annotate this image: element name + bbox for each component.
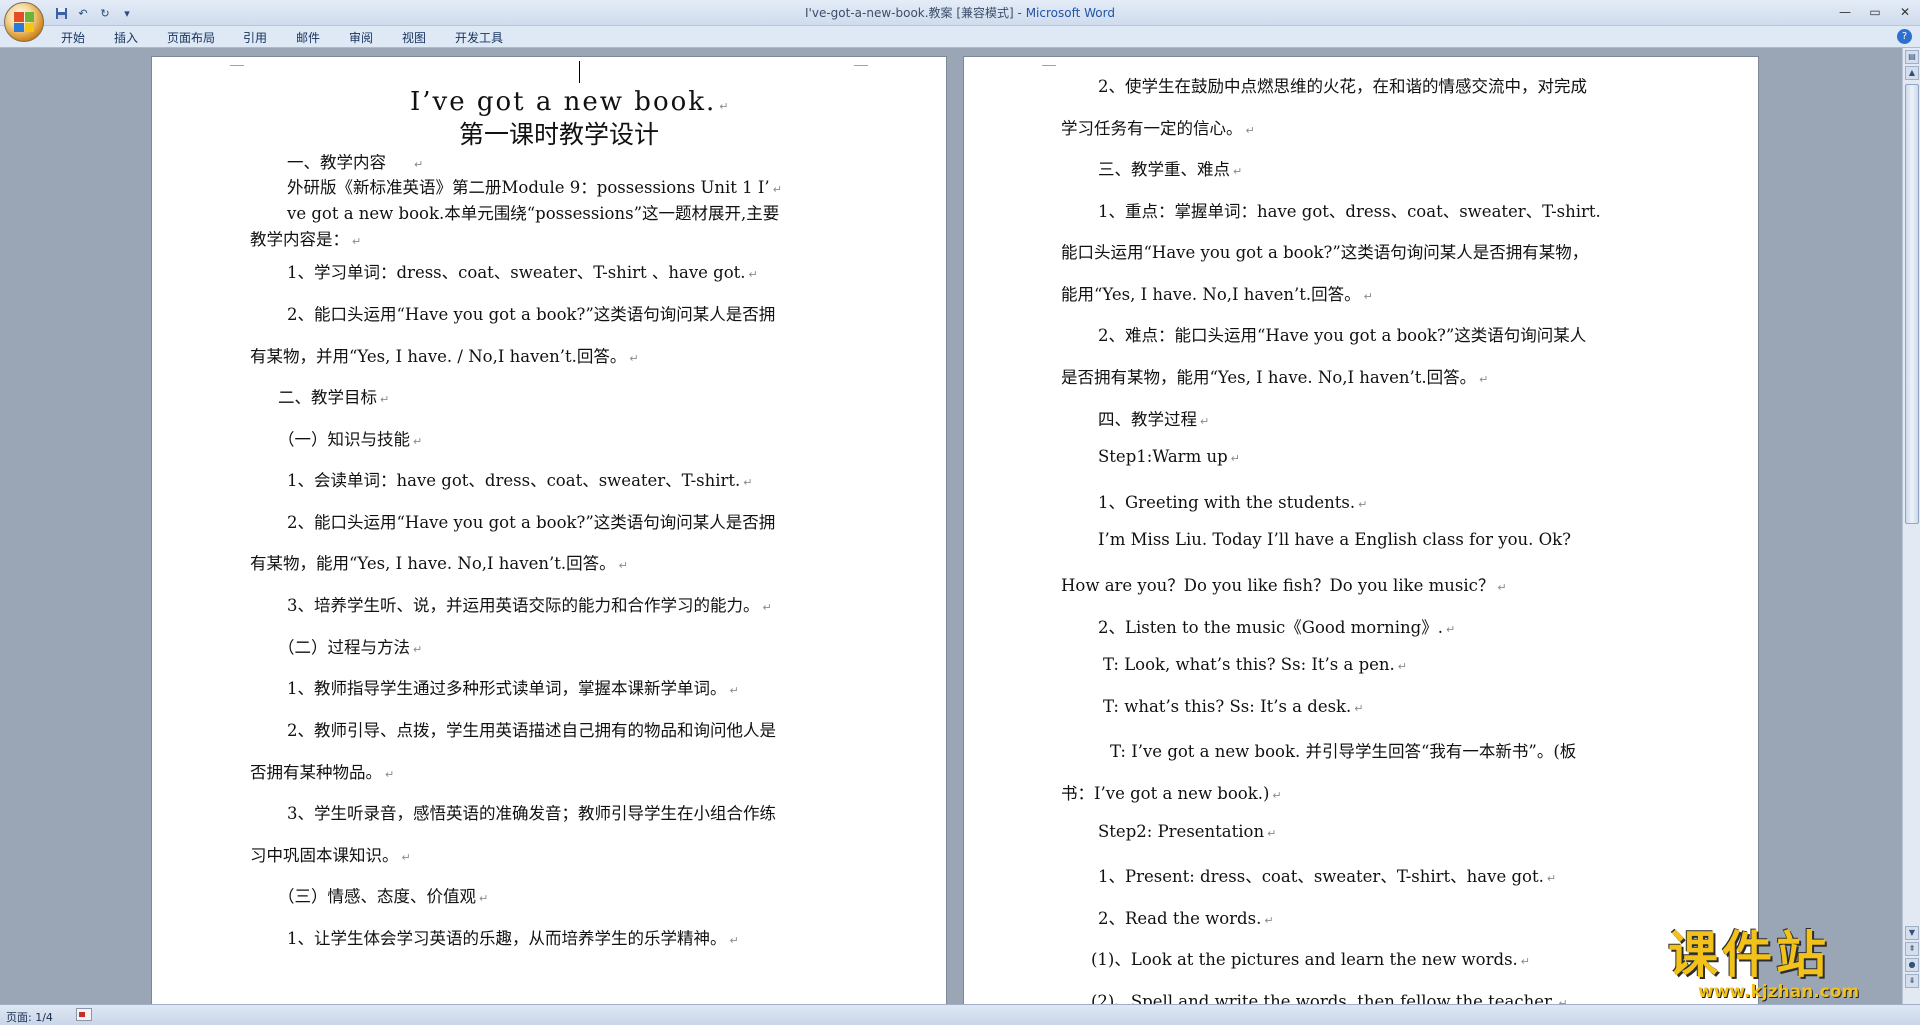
doc-line: 2、Read the words. ↵ bbox=[1098, 909, 1274, 928]
proofing-status-icon[interactable] bbox=[76, 1008, 92, 1021]
application-title: Microsoft Word bbox=[1025, 6, 1115, 20]
tab-view[interactable]: 视图 bbox=[402, 29, 426, 46]
doc-line: 3、培养学生听、说，并运用英语交际的能力和合作学习的能力。 ↵ bbox=[287, 596, 772, 615]
tab-insert[interactable]: 插入 bbox=[114, 29, 138, 46]
tab-developer[interactable]: 开发工具 bbox=[455, 29, 503, 46]
doc-line: ve got a new book.本单元围绕“possessions”这一题材… bbox=[287, 204, 780, 223]
status-bar: 页面: 1/4 bbox=[0, 1004, 1920, 1025]
doc-line: 2、能口头运用“Have you got a book?”这类语句询问某人是否拥 bbox=[287, 305, 776, 324]
doc-line: (1)、Look at the pictures and learn the n… bbox=[1091, 950, 1530, 969]
tab-review[interactable]: 审阅 bbox=[349, 29, 373, 46]
doc-line: 三、教学重、难点 ↵ bbox=[1098, 160, 1243, 179]
doc-line: 二、教学目标 ↵ bbox=[278, 388, 390, 407]
doc-line: 习中巩固本课知识。 ↵ bbox=[250, 846, 411, 865]
tab-home[interactable]: 开始 bbox=[61, 29, 85, 46]
browse-object-icon[interactable]: ● bbox=[1905, 958, 1919, 972]
doc-line: （一）知识与技能 ↵ bbox=[278, 430, 423, 449]
doc-line: I’m Miss Liu. Today I’ll have a English … bbox=[1098, 530, 1571, 549]
scroll-up-icon[interactable]: ▲ bbox=[1905, 66, 1919, 80]
customize-toolbar-icon[interactable]: ▾ bbox=[118, 4, 136, 22]
doc-line: 1、重点：掌握单词：have got、dress、coat、sweater、T-… bbox=[1098, 202, 1601, 221]
doc-line: 能用“Yes, I have. No,I haven’t.回答。 ↵ bbox=[1061, 285, 1373, 304]
doc-subtitle: 第一课时教学设计 bbox=[459, 120, 660, 149]
doc-line: 2、难点：能口头运用“Have you got a book?”这类语句询问某人 bbox=[1098, 326, 1587, 345]
doc-line: 能口头运用“Have you got a book?”这类语句询问某人是否拥有某… bbox=[1061, 243, 1589, 262]
doc-line: 1、让学生体会学习英语的乐趣，从而培养学生的乐学精神。 ↵ bbox=[287, 929, 739, 948]
title-bar: ↶ ↻ ▾ I've-got-a-new-book.教案 [兼容模式] - Mi… bbox=[0, 0, 1920, 26]
doc-line: 教学内容是： ↵ bbox=[250, 230, 362, 249]
doc-line: 是否拥有某物，能用“Yes, I have. No,I haven’t.回答。 ↵ bbox=[1061, 368, 1489, 387]
doc-line: 1、Greeting with the students. ↵ bbox=[1098, 493, 1368, 512]
doc-line: 2、使学生在鼓励中点燃思维的火花，在和谐的情感交流中，对完成 bbox=[1098, 77, 1587, 96]
office-button[interactable] bbox=[4, 2, 44, 42]
document-page-2[interactable]: 2、使学生在鼓励中点燃思维的火花，在和谐的情感交流中，对完成 学习任务有一定的信… bbox=[963, 56, 1759, 1004]
crop-mark bbox=[854, 56, 868, 66]
doc-line: 2、能口头运用“Have you got a book?”这类语句询问某人是否拥 bbox=[287, 513, 776, 532]
doc-line: 1、学习单词：dress、coat、sweater、T-shirt 、have … bbox=[287, 263, 758, 282]
document-title: I've-got-a-new-book.教案 [兼容模式] - bbox=[805, 6, 1026, 20]
quick-access-toolbar: ↶ ↻ ▾ bbox=[52, 4, 136, 22]
doc-line: 1、会读单词：have got、dress、coat、sweater、T-shi… bbox=[287, 471, 753, 490]
doc-line: 有某物，并用“Yes, I have. / No,I haven’t.回答。 ↵ bbox=[250, 347, 639, 366]
doc-line: 四、教学过程 ↵ bbox=[1098, 410, 1210, 429]
scroll-down-icon[interactable]: ▼ bbox=[1905, 926, 1919, 940]
doc-line: 书：I’ve got a new book.) ↵ bbox=[1061, 784, 1282, 803]
ribbon-tabs: 开始 插入 页面布局 引用 邮件 审阅 视图 开发工具 ? bbox=[0, 26, 1920, 48]
doc-line: 有某物，能用“Yes, I have. No,I haven’t.回答。 ↵ bbox=[250, 554, 628, 573]
tab-layout[interactable]: 页面布局 bbox=[167, 29, 215, 46]
redo-icon[interactable]: ↻ bbox=[96, 4, 114, 22]
save-icon[interactable] bbox=[52, 4, 70, 22]
crop-mark bbox=[230, 56, 244, 66]
doc-line: 否拥有某种物品。 ↵ bbox=[250, 763, 395, 782]
doc-line: Step2: Presentation ↵ bbox=[1098, 822, 1277, 841]
doc-line: (2)、Spell and write the words, then fell… bbox=[1091, 992, 1568, 1004]
doc-line: （二）过程与方法 ↵ bbox=[278, 638, 423, 657]
doc-line: Step1:Warm up ↵ bbox=[1098, 447, 1240, 466]
close-icon[interactable]: ✕ bbox=[1896, 4, 1914, 20]
doc-line: T: what’s this? Ss: It’s a desk. ↵ bbox=[1103, 697, 1364, 716]
tab-references[interactable]: 引用 bbox=[243, 29, 267, 46]
doc-line: 1、Present: dress、coat、sweater、T-shirt、ha… bbox=[1098, 867, 1557, 886]
crop-mark bbox=[1042, 56, 1056, 66]
text-cursor bbox=[579, 61, 580, 83]
office-logo-icon bbox=[14, 12, 34, 32]
doc-title: I’ve got a new book. ↵ bbox=[410, 87, 731, 117]
doc-line: T: I’ve got a new book. 并引导学生回答“我有一本新书”。… bbox=[1110, 742, 1577, 761]
doc-line: 外研版《新标准英语》第二册Module 9：possessions Unit 1… bbox=[287, 178, 782, 197]
doc-line: （三）情感、态度、价值观 ↵ bbox=[278, 887, 489, 906]
doc-line: T: Look, what’s this? Ss: It’s a pen. ↵ bbox=[1103, 655, 1407, 674]
doc-line: 2、Listen to the music《Good morning》. ↵ bbox=[1098, 618, 1456, 637]
ruler-toggle-icon[interactable]: ▤ bbox=[1905, 50, 1919, 64]
doc-line: 3、学生听录音，感悟英语的准确发音；教师引导学生在小组合作练 bbox=[287, 804, 776, 823]
page-number-indicator[interactable]: 页面: 1/4 bbox=[6, 1009, 53, 1025]
previous-page-icon[interactable]: ⇞ bbox=[1905, 942, 1919, 956]
doc-line: How are you？Do you like fish？Do you like… bbox=[1061, 576, 1507, 595]
doc-line: 2、教师引导、点拨，学生用英语描述自己拥有的物品和询问他人是 bbox=[287, 721, 776, 740]
window-controls: — ▭ ✕ bbox=[1836, 4, 1914, 20]
document-workspace: I’ve got a new book. ↵ 第一课时教学设计 一、教学内容 ↵ 外… bbox=[0, 48, 1902, 1004]
document-page-1[interactable]: I’ve got a new book. ↵ 第一课时教学设计 一、教学内容 ↵ 外… bbox=[151, 56, 947, 1004]
maximize-icon[interactable]: ▭ bbox=[1866, 4, 1884, 20]
minimize-icon[interactable]: — bbox=[1836, 4, 1854, 20]
doc-line: 一、教学内容 ↵ bbox=[287, 153, 424, 172]
window-title: I've-got-a-new-book.教案 [兼容模式] - Microsof… bbox=[0, 4, 1920, 21]
tab-mailings[interactable]: 邮件 bbox=[296, 29, 320, 46]
undo-icon[interactable]: ↶ bbox=[74, 4, 92, 22]
scroll-thumb[interactable] bbox=[1905, 84, 1919, 524]
doc-line: 1、教师指导学生通过多种形式读单词，掌握本课新学单词。 ↵ bbox=[287, 679, 739, 698]
next-page-icon[interactable]: ⇟ bbox=[1905, 974, 1919, 988]
help-icon[interactable]: ? bbox=[1897, 29, 1912, 44]
doc-line: 学习任务有一定的信心。 ↵ bbox=[1061, 119, 1255, 138]
vertical-scrollbar[interactable]: ▤ ▲ ▼ ⇞ ● ⇟ bbox=[1902, 48, 1920, 1004]
